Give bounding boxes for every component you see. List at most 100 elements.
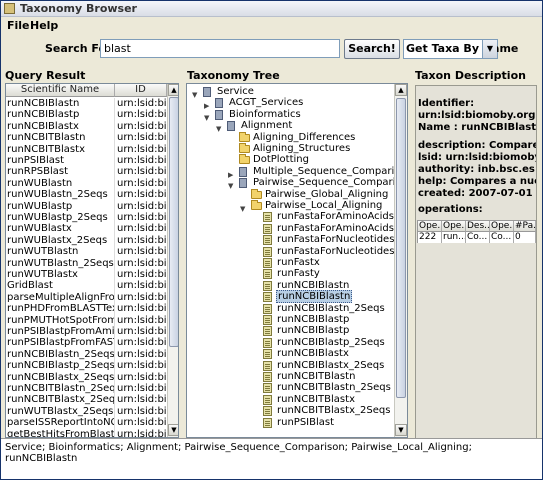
search-mode-select[interactable]: Get Taxa By Name ▼ xyxy=(403,39,518,59)
operations-column-header[interactable]: Ope... xyxy=(418,221,442,232)
tree-node[interactable]: ▼ Alignment xyxy=(187,120,393,133)
tree-node[interactable]: runNCBITBlastx xyxy=(187,394,393,406)
tree-node[interactable]: runFastx xyxy=(187,257,393,269)
cell-id: urn:lsid:bio... xyxy=(117,348,167,360)
operations-column-header[interactable]: Ope... xyxy=(490,221,514,232)
cell-id: urn:lsid:bio... xyxy=(117,291,167,303)
tree-node-label: runNCBIBlastn xyxy=(276,290,353,304)
table-row[interactable]: runNCBIBlastx_2Seqsurn:lsid:bio... xyxy=(6,371,167,384)
search-input[interactable] xyxy=(100,39,340,58)
tree-node[interactable]: ▼ Pairwise_Local_Aligning xyxy=(187,200,393,213)
column-header-id[interactable]: ID xyxy=(115,84,167,97)
cell-scientific-name: parseISSReportIntoNC... xyxy=(6,417,115,430)
table-row[interactable]: runNCBITBlastx_2Seqsurn:lsid:bio... xyxy=(6,394,167,407)
table-row[interactable]: parseMultipleAlignFrom...urn:lsid:bio... xyxy=(6,291,167,304)
tree-node[interactable]: runFastaForAminoAcids xyxy=(187,211,394,223)
table-row[interactable]: runNCBIBlastn_2Seqsurn:lsid:bio... xyxy=(6,348,167,361)
table-row[interactable]: runNCBIBlastp_2Seqsurn:lsid:bio... xyxy=(6,360,167,373)
taxonomy-tree-scrollbar[interactable]: ▲ ▼ xyxy=(394,84,407,437)
tree-node[interactable]: Aligning_Differences xyxy=(187,131,393,144)
operations-column-header[interactable]: Ope... xyxy=(442,221,466,232)
table-row[interactable]: runWUBlastn_2Seqsurn:lsid:bio... xyxy=(6,189,167,202)
table-row[interactable]: runNCBIBlastpurn:lsid:bio... xyxy=(6,109,167,122)
scrollbar-thumb[interactable] xyxy=(169,97,178,347)
cell-id: urn:lsid:bio... xyxy=(117,120,167,132)
table-row[interactable]: runWUTBlastxurn:lsid:bio... xyxy=(6,269,167,281)
cell-id: urn:lsid:bio... xyxy=(117,109,167,121)
tree-node[interactable]: runNCBIBlastp_2Seqs xyxy=(187,337,393,349)
chevron-down-icon[interactable]: ▼ xyxy=(482,40,497,58)
tree-node[interactable]: runNCBIBlastp xyxy=(187,314,393,326)
table-row[interactable]: parseISSReportIntoNC...urn:lsid:bio... xyxy=(6,417,167,430)
scrollbar-thumb[interactable] xyxy=(396,98,406,398)
tree-node[interactable]: runNCBITBlastn_2Seqs xyxy=(187,382,393,394)
table-row[interactable]: runWUBlastpurn:lsid:bio... xyxy=(6,200,167,213)
tree-node[interactable]: runPSIBlast xyxy=(187,417,393,429)
tree-node-label: Alignment xyxy=(241,120,293,132)
title-bar[interactable]: Taxonomy Browser xyxy=(1,1,542,17)
tree-node[interactable]: runFastaForNucleotides xyxy=(187,246,394,258)
operations-column-header[interactable]: Des... xyxy=(466,221,490,232)
table-row[interactable]: runRPSBlasturn:lsid:bio... xyxy=(6,166,167,179)
table-row[interactable]: runNCBIBlastxurn:lsid:bio... xyxy=(6,120,167,133)
operations-cell[interactable]: 0 xyxy=(514,232,536,243)
tree-node[interactable]: ▼ Pairwise_Sequence_Comparison xyxy=(187,177,407,190)
scroll-up-icon[interactable]: ▲ xyxy=(395,84,407,96)
tree-node[interactable]: ▼ Bioinformatics xyxy=(187,109,393,122)
table-row[interactable]: runPSIBlastpFromAmin...urn:lsid:bio... xyxy=(6,326,167,338)
table-row[interactable]: runPSIBlastpFromFASTAurn:lsid:bio... xyxy=(6,337,167,350)
scroll-up-icon[interactable]: ▲ xyxy=(168,84,178,96)
menu-file[interactable]: File xyxy=(7,19,30,32)
table-row[interactable]: runNCBITBlastxurn:lsid:bio... xyxy=(6,143,167,156)
cell-id: urn:lsid:bio... xyxy=(117,200,167,212)
table-row[interactable]: runWUTBlastx_2Seqsurn:lsid:bio... xyxy=(6,405,167,418)
table-row[interactable]: runWUBlastp_2Seqsurn:lsid:bio... xyxy=(6,212,167,224)
scroll-down-icon[interactable]: ▼ xyxy=(395,424,407,436)
table-row[interactable]: runWUBlastnurn:lsid:bio... xyxy=(6,177,167,190)
table-row[interactable]: runPMUTHotSpotFromB...urn:lsid:bio... xyxy=(6,314,167,327)
tree-node[interactable]: runNCBIBlastn xyxy=(187,290,393,304)
tree-node[interactable]: runNCBIBlastn_2Seqs xyxy=(187,303,393,315)
tree-node[interactable]: ▶ Multiple_Sequence_Comparison xyxy=(187,166,407,179)
tree-node-label: runNCBITBlastn xyxy=(277,371,356,382)
table-row[interactable]: runNCBITBlastnurn:lsid:bio... xyxy=(6,132,167,145)
column-header-scientific-name[interactable]: Scientific Name xyxy=(6,84,115,97)
tree-node[interactable]: runNCBIBlastx_2Seqs xyxy=(187,360,393,372)
table-row[interactable]: GridBlasturn:lsid:bio... xyxy=(6,280,167,293)
table-row[interactable]: runWUTBlastnurn:lsid:bio... xyxy=(6,246,167,259)
cell-scientific-name: runNCBITBlastx_2Seqs xyxy=(7,394,115,407)
tree-node-label: ACGT_Services xyxy=(229,97,304,109)
operations-cell[interactable]: 222 xyxy=(418,232,442,243)
table-row[interactable]: runNCBIBlastnurn:lsid:bio... xyxy=(6,98,167,110)
tree-node[interactable]: runFastaForNucleotides xyxy=(187,234,394,246)
tree-node[interactable]: runNCBITBlastn xyxy=(187,371,393,383)
tree-node[interactable]: runNCBITBlastx_2Seqs xyxy=(187,405,393,417)
scroll-down-icon[interactable]: ▼ xyxy=(168,424,178,436)
table-row[interactable]: getBestHitsFromBlasturn:lsid:bio... xyxy=(6,428,167,437)
operations-cell[interactable]: run... xyxy=(442,232,466,243)
query-result-scrollbar[interactable]: ▲ ▼ xyxy=(167,84,178,437)
search-button[interactable]: Search! xyxy=(344,39,400,59)
tree-node[interactable]: ▼ Service xyxy=(187,86,393,99)
tree-node[interactable]: runNCBIBlastx xyxy=(187,348,393,360)
operations-label: operations: xyxy=(418,204,483,215)
table-row[interactable]: runPSIBlasturn:lsid:bio... xyxy=(6,155,167,167)
table-row[interactable]: runWUTBlastn_2Seqsurn:lsid:bio... xyxy=(6,257,167,270)
table-row[interactable]: runPHDFromBLASTTexturn:lsid:bio... xyxy=(6,303,167,316)
tree-node[interactable]: runFastaForAminoAcids xyxy=(187,223,394,235)
menu-help[interactable]: Help xyxy=(30,19,58,32)
tree-node[interactable]: Aligning_Structures xyxy=(187,143,393,155)
operations-cell[interactable]: Co... xyxy=(490,232,514,243)
tree-node[interactable]: Pairwise_Global_Aligning xyxy=(187,188,393,201)
table-row[interactable]: runWUBlastx_2Seqsurn:lsid:bio... xyxy=(6,234,167,247)
tree-node[interactable]: DotPlotting xyxy=(187,154,393,166)
table-row[interactable]: runWUBlastxurn:lsid:bio... xyxy=(6,223,167,236)
cell-id: urn:lsid:bio... xyxy=(117,314,167,326)
table-row[interactable]: runNCBITBlastn_2Seqsurn:lsid:bio... xyxy=(6,383,167,395)
tree-node[interactable]: runFasty xyxy=(187,268,393,280)
tree-node-label: runNCBITBlastx_2Seqs xyxy=(277,405,391,417)
operations-cell[interactable]: Co... xyxy=(466,232,490,243)
tree-node[interactable]: runNCBIBlastp xyxy=(187,325,393,337)
tree-node[interactable]: ▶ ACGT_Services xyxy=(187,97,393,110)
operations-column-header[interactable]: #Pa... xyxy=(514,221,536,232)
